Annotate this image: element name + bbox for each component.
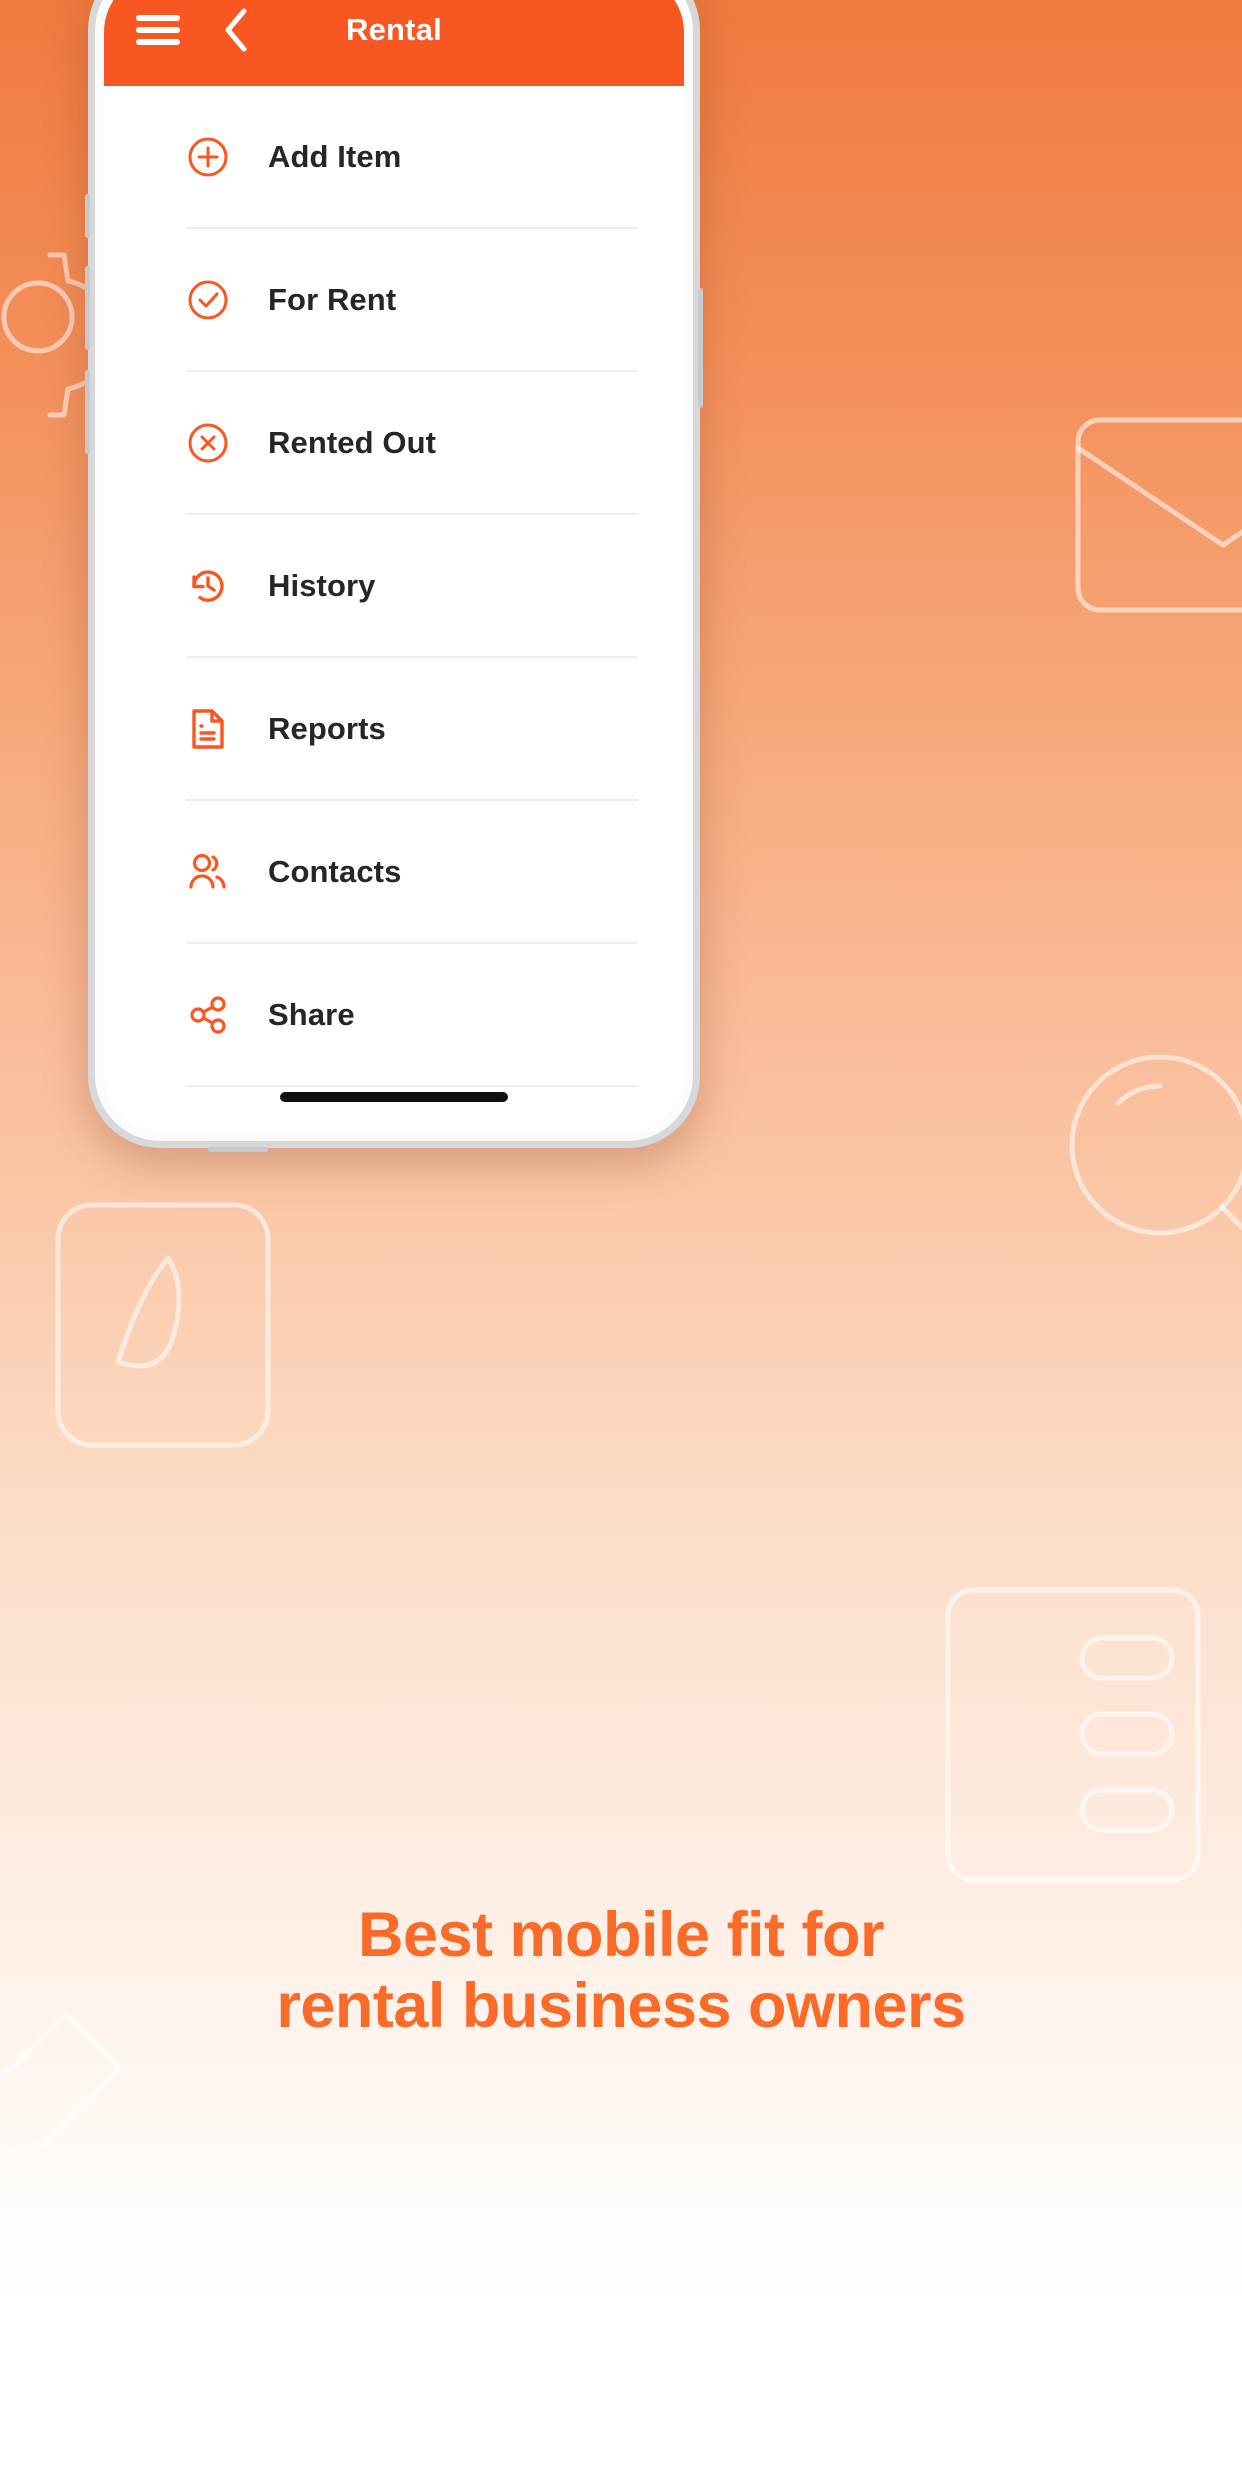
page-title: Rental: [346, 12, 442, 47]
phone-mockup: Rental Add Item For Rent Rented Out Hist…: [85, 0, 703, 1152]
menu-item-share[interactable]: Share: [104, 944, 684, 1085]
circle-check-icon: [182, 274, 234, 326]
document-lines-icon: [182, 703, 234, 755]
phone-button-power: [698, 288, 703, 408]
menu-item-label: For Rent: [268, 281, 397, 317]
phone-button-volume-down: [85, 370, 90, 454]
phone-antenna-bottom: [208, 1147, 268, 1152]
hamburger-bar: [136, 27, 180, 33]
menu-item-reports[interactable]: Reports: [104, 658, 684, 799]
hamburger-bar: [136, 39, 180, 45]
clock-rotate-left-icon: [182, 560, 234, 612]
phone-screen: Rental Add Item For Rent Rented Out Hist…: [104, 0, 684, 1132]
menu-item-add-item[interactable]: Add Item: [104, 86, 684, 227]
home-indicator: [280, 1092, 508, 1102]
pen-card-outline-icon: [55, 1202, 271, 1448]
menu-item-contacts[interactable]: Contacts: [104, 801, 684, 942]
tagline-line-1: Best mobile fit for: [357, 1900, 885, 1970]
share-nodes-icon: [182, 989, 234, 1041]
menu-item-label: Rented Out: [268, 424, 437, 460]
menu-item-label: Add Item: [268, 138, 402, 174]
phone-button-silent: [85, 194, 90, 238]
envelope-outline-icon: [1075, 417, 1242, 613]
tagline: Best mobile fit for rental business owne…: [0, 1900, 1242, 2041]
menu-item-history[interactable]: History: [104, 515, 684, 656]
menu-item-label: Reports: [268, 710, 386, 746]
hamburger-icon[interactable]: [136, 15, 180, 45]
tagline-line-2: rental business owners: [276, 1970, 966, 2041]
menu-item-label: History: [268, 567, 376, 603]
app-header: Rental: [104, 0, 684, 86]
circle-plus-icon: [182, 131, 234, 183]
hamburger-bar: [136, 15, 180, 21]
menu-item-rented-out[interactable]: Rented Out: [104, 372, 684, 513]
phone-bezel: Rental Add Item For Rent Rented Out Hist…: [95, 0, 693, 1141]
magnifier-outline-icon: [1069, 1054, 1242, 1236]
menu-item-label: Contacts: [268, 853, 402, 889]
list-card-outline-icon: [945, 1587, 1201, 1883]
circle-x-icon: [182, 417, 234, 469]
menu-item-for-rent[interactable]: For Rent: [104, 229, 684, 370]
phone-button-volume-up: [85, 266, 90, 350]
chevron-left-icon[interactable]: [218, 8, 254, 52]
menu-divider: [186, 1085, 638, 1087]
menu-item-label: Share: [268, 996, 355, 1032]
navigation-menu: Add Item For Rent Rented Out History Rep…: [104, 86, 684, 1087]
users-icon: [182, 846, 234, 898]
